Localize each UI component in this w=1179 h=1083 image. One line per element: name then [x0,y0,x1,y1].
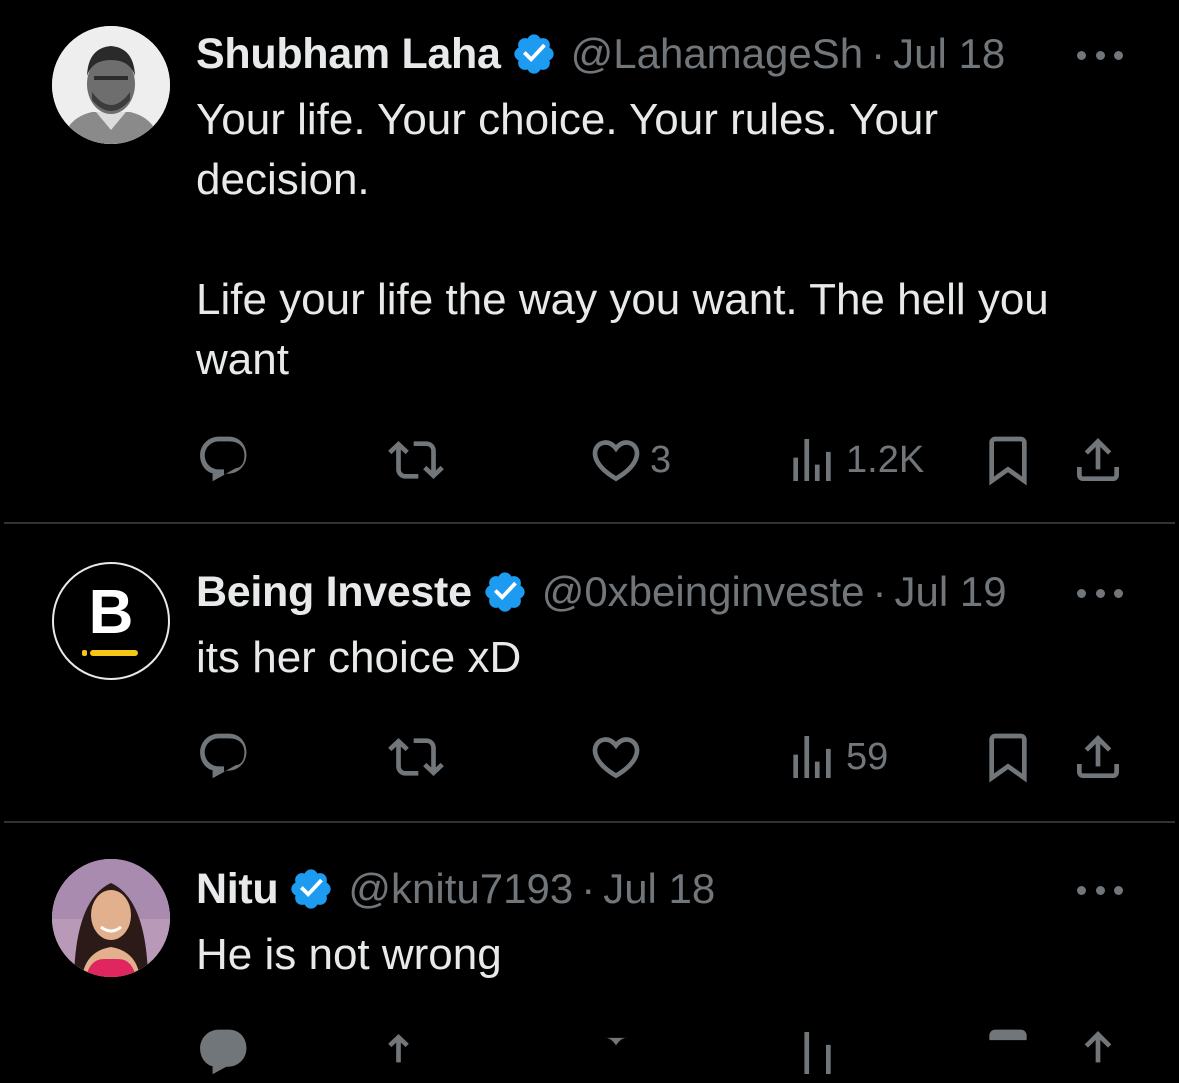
views-count: 59 [846,735,889,778]
tweet-text: its her choice xD [196,633,522,682]
more-icon[interactable] [1077,48,1123,62]
share-icon [1077,438,1119,481]
verified-badge-icon[interactable] [288,866,334,912]
repost-icon [388,1034,409,1063]
avatar[interactable] [52,26,170,144]
verified-badge-icon[interactable] [482,569,528,615]
reply-button[interactable] [196,727,252,787]
bookmark-icon [989,733,1027,783]
display-name[interactable]: Being Investe [196,568,472,617]
reply-button[interactable] [196,430,252,490]
tweet-2[interactable]: B Being Investe @0xbeinginveste · Jul 19… [0,524,1179,821]
tweet-text: He is not wrong [196,930,502,979]
tweet-3[interactable]: Nitu @knitu7193 · Jul 18 He is not wrong [0,823,1179,1075]
repost-button[interactable] [388,727,444,787]
tweet-actions: 59 [196,727,1129,787]
like-count: 3 [650,438,672,481]
user-handle[interactable]: @knitu7193 [348,865,573,913]
separator-dot: · [581,865,596,912]
share-button[interactable] [1070,1023,1126,1083]
like-button[interactable] [588,727,644,787]
like-button[interactable] [588,1023,644,1083]
views-icon [793,439,831,481]
reply-icon [200,436,247,482]
views-button[interactable] [784,1023,840,1083]
reply-button[interactable] [196,1023,252,1083]
logo-dot [82,650,87,656]
more-icon[interactable] [1077,586,1123,600]
share-button[interactable] [1070,727,1126,787]
avatar[interactable]: B [52,562,170,680]
user-avatar-photo [52,26,170,144]
bookmark-button[interactable] [980,1023,1036,1083]
logo-underline [90,650,138,656]
logo-letter: B [88,578,134,647]
tweet-date[interactable]: Jul 18 [603,865,715,913]
like-icon [592,737,640,779]
bookmark-button[interactable] [980,727,1036,787]
views-icon [804,1032,831,1074]
repost-icon [388,441,444,479]
views-button[interactable]: 1.2K [784,430,924,490]
tweet-actions [196,1023,1129,1083]
repost-icon [388,738,444,776]
reply-icon [200,733,247,779]
share-icon [1084,1031,1112,1063]
tweet-actions: 3 1.2K [196,430,1129,490]
like-icon [592,440,640,482]
views-icon [793,736,831,778]
reply-icon [200,1029,247,1075]
separator-dot: · [871,30,886,77]
views-count: 1.2K [846,438,925,481]
repost-button[interactable] [388,430,444,490]
bookmark-button[interactable] [980,430,1036,490]
tweet-date[interactable]: Jul 18 [893,30,1005,78]
share-icon [1077,735,1119,778]
user-avatar-photo [52,859,170,977]
display-name[interactable]: Shubham Laha [196,30,501,79]
like-icon [605,1037,627,1046]
bookmark-icon [989,436,1027,486]
more-icon[interactable] [1077,883,1123,897]
avatar[interactable] [52,859,170,977]
repost-button[interactable] [388,1023,444,1083]
separator-dot: · [872,568,887,615]
bookmark-icon [989,1029,1027,1041]
user-handle[interactable]: @LahamageSh [571,30,864,78]
verified-badge-icon[interactable] [511,31,557,77]
tweet-text: Your life. Your choice. Your rules. Your… [196,95,1049,384]
tweet-1[interactable]: Shubham Laha @LahamageSh · Jul 18 Your l… [0,0,1179,523]
like-button[interactable]: 3 [588,430,671,490]
share-button[interactable] [1070,430,1126,490]
tweet-date[interactable]: Jul 19 [895,568,1007,616]
display-name[interactable]: Nitu [196,865,279,914]
views-button[interactable]: 59 [784,727,888,787]
user-handle[interactable]: @0xbeinginveste [542,568,865,616]
